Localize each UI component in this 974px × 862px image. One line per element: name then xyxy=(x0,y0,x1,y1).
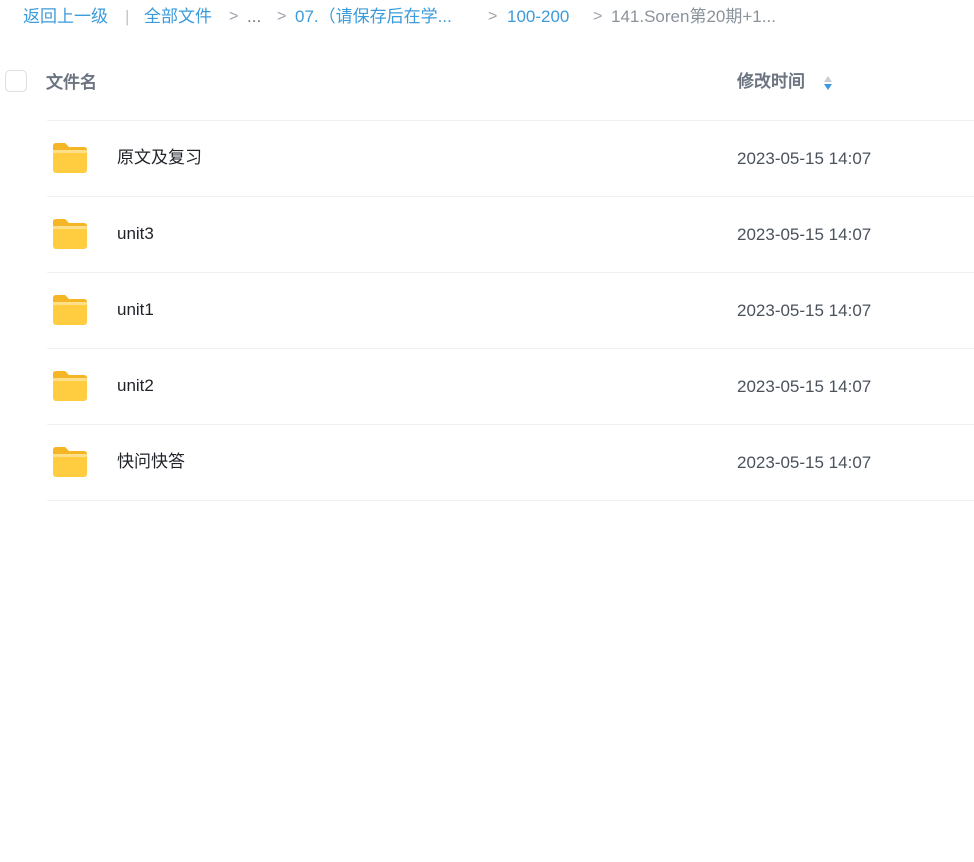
file-modified-time: 2023-05-15 14:07 xyxy=(737,225,872,244)
folder-icon xyxy=(53,295,87,325)
breadcrumb-separator: > xyxy=(277,8,287,25)
file-name[interactable]: 快问快答 xyxy=(117,451,185,473)
breadcrumb-separator: > xyxy=(593,8,603,25)
file-name[interactable]: 原文及复习 xyxy=(117,147,202,169)
file-row[interactable]: unit2 2023-05-15 14:07 xyxy=(47,349,974,424)
select-all-checkbox[interactable] xyxy=(5,70,27,92)
column-header-time[interactable]: 修改时间 xyxy=(737,71,805,93)
breadcrumb: 返回上一级 | 全部文件 > ... > 07.（请保存后在学... > 100… xyxy=(0,0,974,34)
folder-icon xyxy=(53,447,87,477)
file-row[interactable]: unit1 2023-05-15 14:07 xyxy=(47,273,974,348)
file-name[interactable]: unit2 xyxy=(117,375,154,397)
file-modified-time: 2023-05-15 14:07 xyxy=(737,377,872,396)
file-modified-time: 2023-05-15 14:07 xyxy=(737,149,872,168)
breadcrumb-separator: > xyxy=(229,8,239,25)
sort-icon[interactable] xyxy=(822,74,834,92)
back-link[interactable]: 返回上一级 xyxy=(23,6,108,28)
file-modified-time: 2023-05-15 14:07 xyxy=(737,301,872,320)
breadcrumb-all-files[interactable]: 全部文件 xyxy=(144,6,212,28)
divider xyxy=(47,500,974,501)
folder-icon xyxy=(53,219,87,249)
folder-icon xyxy=(53,143,87,173)
breadcrumb-current: 141.Soren第20期+1... xyxy=(611,7,776,26)
breadcrumb-separator: > xyxy=(488,8,498,25)
breadcrumb-divider: | xyxy=(125,7,130,26)
breadcrumb-level-07[interactable]: 07.（请保存后在学... xyxy=(295,6,452,28)
breadcrumb-ellipsis[interactable]: ... xyxy=(247,6,261,28)
column-header-name: 文件名 xyxy=(46,73,97,92)
file-row[interactable]: unit3 2023-05-15 14:07 xyxy=(47,197,974,272)
file-name[interactable]: unit3 xyxy=(117,223,154,245)
file-modified-time: 2023-05-15 14:07 xyxy=(737,453,872,472)
file-row[interactable]: 原文及复习 2023-05-15 14:07 xyxy=(47,121,974,196)
breadcrumb-level-100-200[interactable]: 100-200 xyxy=(507,6,569,28)
folder-icon xyxy=(53,371,87,401)
file-row[interactable]: 快问快答 2023-05-15 14:07 xyxy=(47,425,974,500)
file-name[interactable]: unit1 xyxy=(117,299,154,321)
